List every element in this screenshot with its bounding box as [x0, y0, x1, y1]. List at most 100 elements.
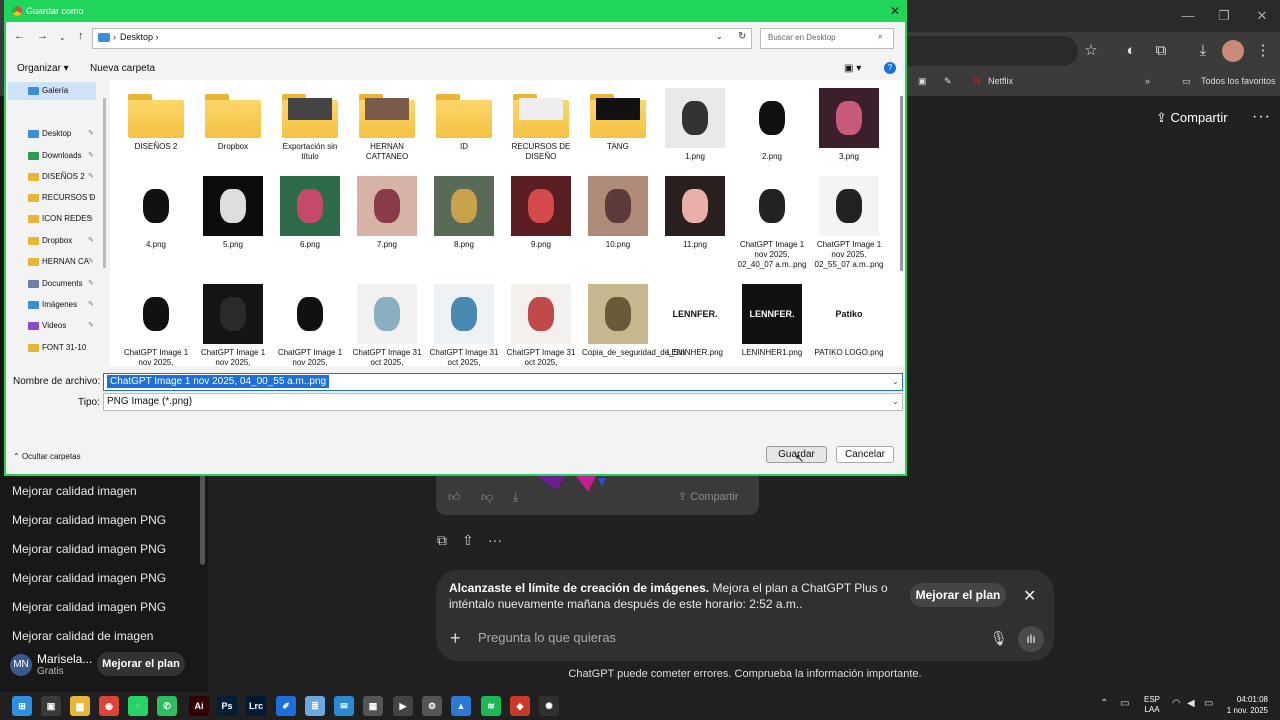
- prompt-input[interactable]: Pregunta lo que quieras: [478, 630, 616, 645]
- nav-item[interactable]: Desktop: [42, 129, 71, 138]
- file-tile[interactable]: ChatGPT Image 1 nov 2025,: [120, 284, 192, 366]
- nav-item[interactable]: Downloads: [42, 151, 82, 160]
- bookmark-all-favorites[interactable]: Todos los favoritos: [1201, 72, 1276, 90]
- file-tile[interactable]: HERNAN CATTANEO: [351, 88, 423, 162]
- organize-menu[interactable]: Organizar ▾: [17, 63, 69, 74]
- address-bar[interactable]: [906, 36, 1078, 66]
- close-window-icon[interactable]: ✕: [1248, 6, 1276, 26]
- photos-icon[interactable]: ▲: [451, 696, 471, 716]
- search-icon[interactable]: ⌕: [878, 31, 883, 42]
- file-tile[interactable]: 7.png: [351, 176, 423, 250]
- extension-icon[interactable]: ◐: [1120, 40, 1142, 62]
- sidebar-chat-item[interactable]: Mejorar calidad imagen: [12, 484, 137, 498]
- puzzle-icon[interactable]: ⧉: [1150, 40, 1172, 62]
- more-actions-icon[interactable]: ···: [488, 532, 502, 548]
- share-button[interactable]: ⇪ Compartir: [1156, 110, 1228, 126]
- nav-item[interactable]: ICON REDES: [42, 214, 92, 223]
- chrome-icon[interactable]: ◉: [99, 696, 119, 716]
- sidebar-chat-item[interactable]: Mejorar calidad imagen PNG: [12, 542, 166, 556]
- photoshop-icon[interactable]: Ps: [217, 696, 237, 716]
- illustrator-icon[interactable]: Ai: [189, 696, 209, 716]
- file-tile[interactable]: Exportación sin título: [274, 88, 346, 162]
- tray-overflow-icon[interactable]: ⌃: [1100, 698, 1108, 709]
- phone-app-icon[interactable]: ✆: [157, 696, 177, 716]
- file-tile[interactable]: 2.png: [736, 88, 808, 162]
- whatsapp-icon[interactable]: ◌: [128, 696, 148, 716]
- nav-item[interactable]: FONT 31-10: [42, 343, 86, 352]
- sidebar-upgrade-button[interactable]: Mejorar el plan: [97, 652, 185, 676]
- user-avatar[interactable]: MN: [10, 654, 32, 676]
- file-tile[interactable]: LENNFER. LENINHER.png: [659, 284, 731, 358]
- share-message-icon[interactable]: ⇧: [462, 532, 474, 549]
- card-share-button[interactable]: ⇪ Compartir: [678, 490, 739, 503]
- nav-item[interactable]: DISEÑOS 2: [42, 172, 85, 181]
- back-arrow-icon[interactable]: ←: [14, 30, 25, 42]
- nav-item[interactable]: Galería: [42, 86, 68, 95]
- nav-item[interactable]: Videos: [42, 321, 66, 330]
- volume-icon[interactable]: ◀︎: [1187, 698, 1195, 709]
- file-tile[interactable]: 9.png: [505, 176, 577, 250]
- file-tile[interactable]: 3.png: [813, 88, 885, 162]
- bookmark-icon[interactable]: ✎: [944, 72, 952, 90]
- sidebar-chat-item[interactable]: Mejorar calidad imagen PNG: [12, 571, 166, 585]
- game-app-icon[interactable]: ◆: [510, 696, 530, 716]
- sidebar-chat-item[interactable]: Mejorar calidad de imagen: [12, 629, 153, 643]
- hide-folders-toggle[interactable]: ⌃ Ocultar carpetas: [13, 452, 81, 461]
- thumbs-up-icon[interactable]: 👍︎: [448, 490, 461, 505]
- filetype-select[interactable]: [103, 393, 903, 411]
- file-explorer-icon[interactable]: ▆: [70, 696, 90, 716]
- nav-item[interactable]: Documents: [42, 279, 82, 288]
- user-name[interactable]: Marisela...: [37, 652, 92, 666]
- windows-start-icon[interactable]: ⊞: [12, 696, 32, 716]
- file-tile[interactable]: 11.png: [659, 176, 731, 250]
- download-image-icon[interactable]: ⤓: [513, 490, 518, 505]
- notepad-icon[interactable]: ≣: [305, 696, 325, 716]
- filename-value[interactable]: ChatGPT Image 1 nov 2025, 04_00_55 a.m..…: [107, 375, 330, 388]
- media-player-icon[interactable]: ▶: [393, 696, 413, 716]
- copy-icon[interactable]: ⧉: [437, 532, 447, 549]
- profile-avatar[interactable]: [1222, 40, 1244, 62]
- file-tile[interactable]: ChatGPT Image 1 nov 2025,: [274, 284, 346, 366]
- calculator-icon[interactable]: ▦: [363, 696, 383, 716]
- sidebar-chat-item[interactable]: Mejorar calidad imagen PNG: [12, 513, 166, 527]
- file-tile[interactable]: ChatGPT Image 31 oct 2025,: [351, 284, 423, 366]
- file-tile[interactable]: 8.png: [428, 176, 500, 250]
- bookmark-netflix[interactable]: Netflix: [988, 72, 1013, 90]
- file-tile[interactable]: Dropbox: [197, 88, 269, 152]
- nav-item[interactable]: Dropbox: [42, 236, 72, 245]
- forward-arrow-icon[interactable]: →: [37, 30, 48, 42]
- thumbs-down-icon[interactable]: 👎︎: [481, 490, 493, 505]
- file-tile[interactable]: ChatGPT Image 1 nov 2025,: [197, 284, 269, 366]
- more-options-icon[interactable]: ···: [1252, 108, 1271, 126]
- file-tile[interactable]: DISEÑOS 2: [120, 88, 192, 152]
- bookmarks-overflow-icon[interactable]: »: [1145, 72, 1150, 90]
- file-tile[interactable]: 6.png: [274, 176, 346, 250]
- chevron-down-icon[interactable]: ⌄: [892, 377, 899, 386]
- file-tile[interactable]: ChatGPT Image 1 nov 2025, 02_55_07 a.m..…: [813, 176, 885, 270]
- sidebar-chat-item[interactable]: Mejorar calidad imagen PNG: [12, 600, 166, 614]
- clock[interactable]: 04:01:08 1 nov. 2025: [1222, 694, 1268, 716]
- file-tile[interactable]: ID: [428, 88, 500, 152]
- spotify-icon[interactable]: ≋: [481, 696, 501, 716]
- view-options-icon[interactable]: ▣ ▾: [844, 63, 861, 74]
- help-icon[interactable]: ?: [884, 62, 896, 74]
- up-arrow-icon[interactable]: ↑: [78, 30, 84, 42]
- nav-scrollbar[interactable]: [103, 98, 106, 268]
- voice-mode-icon[interactable]: ılı: [1018, 626, 1044, 652]
- language-indicator[interactable]: ESP LAA: [1144, 695, 1160, 715]
- file-tile[interactable]: Patiko PATIKO LOGO.png: [813, 284, 885, 358]
- cancel-button[interactable]: Cancelar: [836, 446, 894, 463]
- chevron-down-icon[interactable]: ⌄: [716, 32, 723, 41]
- refresh-icon[interactable]: ↻: [738, 31, 746, 42]
- close-icon[interactable]: ✕: [1023, 586, 1036, 606]
- file-tile[interactable]: ChatGPT Image 31 oct 2025,: [505, 284, 577, 366]
- nav-item[interactable]: Imágenes: [42, 300, 77, 309]
- new-folder-button[interactable]: Nueva carpeta: [90, 63, 155, 74]
- download-icon[interactable]: ⤓: [1192, 40, 1214, 62]
- chevron-down-icon[interactable]: ⌄: [892, 397, 899, 406]
- restore-icon[interactable]: ❐: [1210, 6, 1238, 26]
- file-tile[interactable]: ChatGPT Image 31 oct 2025,: [428, 284, 500, 366]
- lightroom-icon[interactable]: Lrc: [246, 696, 266, 716]
- mail-app-icon[interactable]: ✉: [334, 696, 354, 716]
- battery-icon[interactable]: ▭: [1204, 698, 1213, 709]
